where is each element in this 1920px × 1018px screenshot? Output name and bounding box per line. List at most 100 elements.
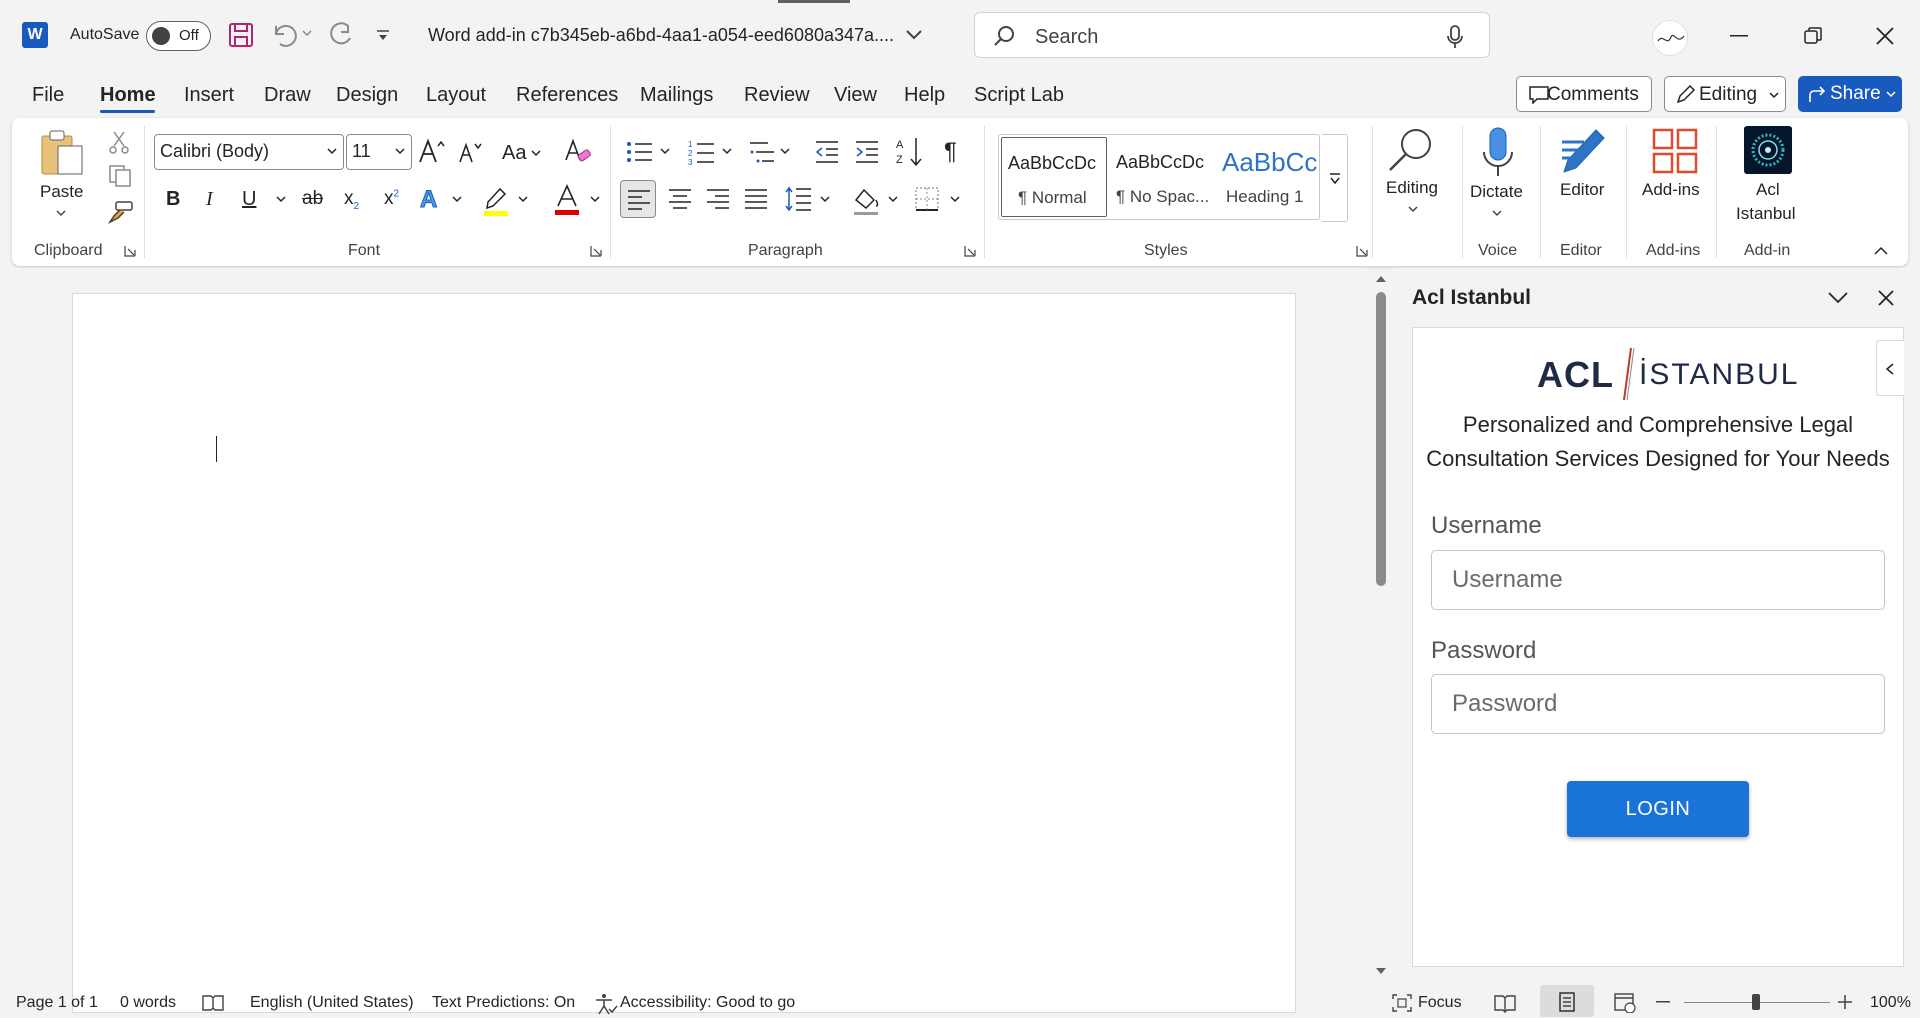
clear-formatting-icon[interactable] — [564, 138, 592, 164]
title-chevron-down-icon[interactable] — [906, 30, 922, 40]
scroll-down-icon[interactable] — [1374, 966, 1388, 976]
tab-home[interactable]: Home — [100, 84, 156, 107]
paste-label[interactable]: Paste — [40, 182, 83, 202]
tab-references[interactable]: References — [516, 84, 618, 107]
styles-more-button[interactable] — [1322, 134, 1348, 222]
add-ins-label[interactable]: Add-ins — [1642, 180, 1700, 200]
tab-draw[interactable]: Draw — [264, 84, 311, 107]
page-count[interactable]: Page 1 of 1 — [16, 994, 98, 1012]
accessibility-status[interactable]: Accessibility: Good to go — [620, 994, 795, 1012]
search-box[interactable]: Search — [974, 12, 1490, 58]
zoom-slider-thumb[interactable] — [1752, 994, 1760, 1010]
pane-close-icon[interactable] — [1878, 290, 1894, 306]
undo-icon[interactable] — [270, 22, 300, 48]
change-case-chevron-icon[interactable] — [531, 150, 541, 157]
font-name-combo[interactable]: Calibri (Body) — [154, 134, 344, 170]
borders-icon[interactable] — [914, 186, 940, 212]
multilevel-chevron-icon[interactable] — [780, 148, 790, 155]
tab-view[interactable]: View — [834, 84, 877, 107]
sidebar-toggle-button[interactable] — [1876, 340, 1904, 396]
font-launcher-icon[interactable] — [590, 245, 602, 257]
tab-mailings[interactable]: Mailings — [640, 84, 713, 107]
paragraph-launcher-icon[interactable] — [964, 245, 976, 257]
grow-font-icon[interactable] — [418, 138, 446, 164]
pane-options-chevron-icon[interactable] — [1828, 292, 1848, 304]
justify-icon[interactable] — [744, 188, 768, 210]
zoom-out-icon[interactable] — [1656, 1001, 1670, 1003]
tab-file[interactable]: File — [32, 84, 64, 107]
proofing-icon[interactable] — [202, 994, 224, 1012]
numbering-chevron-icon[interactable] — [722, 148, 732, 155]
accessibility-icon[interactable] — [594, 993, 618, 1015]
font-color-icon[interactable] — [554, 184, 580, 218]
acl-istanbul-label-line2[interactable]: Istanbul — [1736, 204, 1796, 224]
undo-dropdown-icon[interactable] — [302, 30, 312, 38]
save-icon[interactable] — [228, 22, 254, 48]
zoom-in-icon[interactable] — [1838, 995, 1852, 1009]
autosave-toggle[interactable]: Off — [146, 21, 211, 51]
editor-icon[interactable] — [1558, 126, 1606, 176]
customize-toolbar-icon[interactable] — [376, 30, 390, 42]
language[interactable]: English (United States) — [250, 994, 414, 1012]
line-spacing-icon[interactable] — [784, 186, 812, 212]
increase-indent-icon[interactable] — [854, 140, 880, 164]
style-no-spacing[interactable]: AaBbCcDc ¶ No Spac... — [1110, 137, 1218, 217]
strikethrough-button[interactable]: ab — [302, 188, 323, 210]
editing-chevron-icon[interactable] — [1408, 206, 1418, 213]
collapse-ribbon-icon[interactable] — [1874, 246, 1888, 255]
shrink-font-icon[interactable] — [458, 140, 484, 164]
bullets-chevron-icon[interactable] — [660, 148, 670, 155]
password-field[interactable]: Password — [1431, 674, 1885, 734]
acl-istanbul-label-line1[interactable]: Acl — [1756, 180, 1780, 200]
font-color-chevron-icon[interactable] — [590, 196, 600, 203]
show-formatting-button[interactable]: ¶ — [944, 138, 957, 166]
copy-icon[interactable] — [108, 164, 132, 188]
multilevel-list-icon[interactable] — [748, 138, 776, 166]
text-effects-button[interactable]: A — [419, 186, 437, 214]
change-case-button[interactable]: Aa — [502, 142, 526, 165]
word-count[interactable]: 0 words — [120, 994, 176, 1012]
focus-icon[interactable] — [1392, 994, 1412, 1012]
print-layout-button[interactable] — [1540, 985, 1594, 1017]
minimize-icon[interactable] — [1730, 35, 1748, 37]
decrease-indent-icon[interactable] — [814, 140, 840, 164]
acl-istanbul-addin-icon[interactable] — [1744, 126, 1792, 174]
shading-chevron-icon[interactable] — [888, 196, 898, 203]
tab-review[interactable]: Review — [744, 84, 810, 107]
editor-label[interactable]: Editor — [1560, 180, 1604, 200]
style-heading-1[interactable]: AaBbCc Heading 1 — [1220, 137, 1318, 217]
restore-icon[interactable] — [1804, 27, 1822, 45]
editing-mode-button[interactable]: Editing — [1664, 76, 1786, 112]
line-spacing-chevron-icon[interactable] — [820, 196, 830, 203]
dictate-icon[interactable] — [1482, 126, 1514, 178]
scroll-up-icon[interactable] — [1374, 274, 1388, 284]
numbering-icon[interactable]: 123 — [688, 138, 716, 166]
document-page[interactable] — [72, 293, 1296, 1013]
shading-icon[interactable] — [852, 186, 880, 218]
align-left-button[interactable] — [620, 180, 656, 218]
text-effects-chevron-icon[interactable] — [452, 196, 462, 203]
dictate-label[interactable]: Dictate — [1470, 182, 1523, 202]
close-icon[interactable] — [1876, 27, 1894, 45]
underline-button[interactable]: U — [242, 188, 256, 211]
highlight-icon[interactable] — [482, 186, 510, 218]
paste-chevron-icon[interactable] — [56, 210, 66, 217]
highlight-chevron-icon[interactable] — [518, 196, 528, 203]
web-layout-icon[interactable] — [1614, 993, 1636, 1013]
read-mode-icon[interactable] — [1494, 993, 1516, 1013]
login-button[interactable]: LOGIN — [1567, 781, 1749, 837]
document-title[interactable]: Word add-in c7b345eb-a6bd-4aa1-a054-eed6… — [428, 25, 894, 46]
tab-script-lab[interactable]: Script Lab — [974, 84, 1064, 107]
username-field[interactable]: Username — [1431, 550, 1885, 610]
superscript-button[interactable]: x2 — [384, 188, 399, 210]
redo-icon[interactable] — [326, 22, 354, 48]
text-predictions[interactable]: Text Predictions: On — [432, 994, 575, 1012]
vertical-scrollbar-thumb[interactable] — [1376, 292, 1386, 586]
comments-button[interactable]: Comments — [1516, 76, 1652, 112]
focus-label[interactable]: Focus — [1418, 994, 1462, 1012]
paste-icon[interactable] — [40, 128, 84, 176]
align-center-icon[interactable] — [668, 188, 692, 210]
tab-help[interactable]: Help — [904, 84, 945, 107]
sort-icon[interactable]: AZ — [896, 136, 924, 168]
underline-chevron-icon[interactable] — [276, 196, 286, 203]
